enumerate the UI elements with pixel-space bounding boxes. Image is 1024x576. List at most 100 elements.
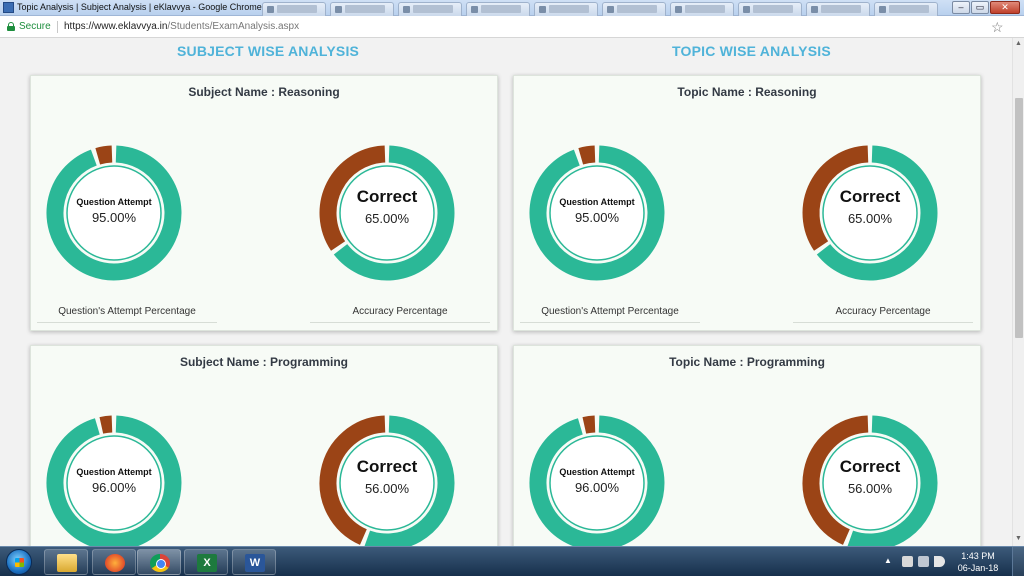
accuracy-donut-chart: Correct 56.00% xyxy=(795,408,945,546)
attempt-label: Question Attempt xyxy=(559,467,635,477)
browser-tab[interactable] xyxy=(262,2,326,16)
attempt-label: Question Attempt xyxy=(559,197,635,207)
attempt-caption: Question's Attempt Percentage xyxy=(541,306,679,317)
card-title: Topic Name : Reasoning xyxy=(677,85,817,99)
clock-time: 1:43 PM xyxy=(961,551,995,561)
attempt-donut-chart: Question Attempt 95.00% xyxy=(39,138,189,288)
browser-tab[interactable] xyxy=(602,2,666,16)
attempt-remainder-arc xyxy=(582,415,596,434)
card-title: Subject Name : Programming xyxy=(179,355,349,369)
taskbar-word-button[interactable]: W xyxy=(232,549,276,575)
tray-expand-icon[interactable]: ▲ xyxy=(884,556,892,565)
analysis-card: Subject Name : Programming Question Atte… xyxy=(30,345,498,546)
correct-label: Correct xyxy=(356,457,418,476)
secure-label: Secure xyxy=(19,21,51,32)
browser-tab[interactable] xyxy=(466,2,530,16)
firefox-icon xyxy=(105,554,125,572)
attempt-percent: 95.00% xyxy=(574,210,620,225)
attempt-donut-svg xyxy=(529,415,665,546)
caption-underline xyxy=(310,322,490,323)
correct-label: Correct xyxy=(356,187,418,206)
url-path: /Students/ExamAnalysis.aspx xyxy=(167,21,300,32)
attempt-label: Question Attempt xyxy=(76,197,152,207)
taskbar-excel-button[interactable]: X xyxy=(184,549,228,575)
windows-logo-icon xyxy=(15,558,24,567)
volume-icon[interactable] xyxy=(934,556,945,567)
attempt-percent: 96.00% xyxy=(91,480,137,495)
attempt-donut-chart: Question Attempt 95.00% xyxy=(522,138,672,288)
attempt-percent: 96.00% xyxy=(574,480,620,495)
analysis-card: Topic Name : Programming Question Attemp… xyxy=(513,345,981,546)
power-icon[interactable] xyxy=(918,556,929,567)
analysis-card: Topic Name : Reasoning Question Attempt … xyxy=(513,75,981,331)
correct-percent: 65.00% xyxy=(364,211,410,226)
address-bar: Secure https://www.eklavvya.in/Students/… xyxy=(0,16,1024,38)
chrome-icon xyxy=(150,554,170,572)
caption-underline xyxy=(37,322,217,323)
accuracy-donut-svg xyxy=(802,415,938,546)
excel-icon: X xyxy=(197,554,217,572)
show-desktop-button[interactable] xyxy=(1012,547,1024,576)
attempt-remainder-arc xyxy=(578,145,596,165)
caption-underline xyxy=(793,322,973,323)
close-icon[interactable]: ✕ xyxy=(990,1,1020,14)
page-scrollbar[interactable]: ▲ ▼ xyxy=(1012,38,1024,546)
lock-icon xyxy=(7,22,15,31)
browser-tab[interactable] xyxy=(330,2,394,16)
action-center-flag-icon[interactable] xyxy=(902,556,913,567)
word-icon: W xyxy=(245,554,265,572)
scroll-thumb[interactable] xyxy=(1015,98,1023,338)
attempt-label: Question Attempt xyxy=(76,467,152,477)
system-clock[interactable]: 1:43 PM 06-Jan-18 xyxy=(952,550,1004,574)
browser-tab[interactable] xyxy=(670,2,734,16)
accuracy-donut-svg xyxy=(319,415,455,546)
attempt-donut-chart: Question Attempt 96.00% xyxy=(522,408,672,546)
windows-taskbar: X W ▲ 1:43 PM 06-Jan-18 xyxy=(0,546,1024,576)
browser-tab[interactable] xyxy=(398,2,462,16)
scroll-up-icon[interactable]: ▲ xyxy=(1015,40,1022,47)
taskbar-explorer-button[interactable] xyxy=(44,549,88,575)
card-title: Subject Name : Reasoning xyxy=(188,85,340,99)
folder-icon xyxy=(57,554,77,572)
taskbar-chrome-button[interactable] xyxy=(137,549,181,575)
url-field[interactable]: https://www.eklavvya.in/Students/ExamAna… xyxy=(64,21,299,32)
browser-tab[interactable] xyxy=(738,2,802,16)
accuracy-caption: Accuracy Percentage xyxy=(352,306,448,317)
topic-wise-heading: TOPIC WISE ANALYSIS xyxy=(672,43,831,59)
page-content: SUBJECT WISE ANALYSIS TOPIC WISE ANALYSI… xyxy=(0,38,1012,546)
bookmark-star-icon[interactable]: ☆ xyxy=(991,19,1004,36)
correct-label: Correct xyxy=(839,457,901,476)
correct-percent: 56.00% xyxy=(847,481,893,496)
window-title-bar: Topic Analysis | Subject Analysis | eKla… xyxy=(0,0,1024,16)
minimize-icon[interactable]: – xyxy=(952,1,970,14)
card-title: Topic Name : Programming xyxy=(669,355,825,369)
correct-percent: 56.00% xyxy=(364,481,410,496)
attempt-remainder-arc xyxy=(99,415,113,434)
window-title: Topic Analysis | Subject Analysis | eKla… xyxy=(17,2,262,12)
address-separator xyxy=(57,21,58,33)
attempt-donut-chart: Question Attempt 96.00% xyxy=(39,408,189,546)
browser-tab[interactable] xyxy=(874,2,938,16)
accuracy-donut-chart: Correct 56.00% xyxy=(312,408,462,546)
correct-label: Correct xyxy=(839,187,901,206)
subject-wise-heading: SUBJECT WISE ANALYSIS xyxy=(177,43,360,59)
browser-tabs xyxy=(262,2,942,16)
analysis-card: Subject Name : Reasoning Question Attemp… xyxy=(30,75,498,331)
browser-tab[interactable] xyxy=(806,2,870,16)
app-icon xyxy=(3,2,14,13)
accuracy-donut-chart: Correct 65.00% xyxy=(312,138,462,288)
accuracy-caption: Accuracy Percentage xyxy=(835,306,931,317)
attempt-remainder-arc xyxy=(95,145,113,165)
taskbar-firefox-button[interactable] xyxy=(92,549,136,575)
attempt-donut-svg xyxy=(46,415,182,546)
scroll-down-icon[interactable]: ▼ xyxy=(1015,535,1022,542)
start-button[interactable] xyxy=(6,549,32,575)
correct-percent: 65.00% xyxy=(847,211,893,226)
clock-date: 06-Jan-18 xyxy=(957,563,999,573)
maximize-icon[interactable]: ▭ xyxy=(971,1,989,14)
browser-tab[interactable] xyxy=(534,2,598,16)
caption-underline xyxy=(520,322,700,323)
attempt-caption: Question's Attempt Percentage xyxy=(58,306,196,317)
url-host: https://www.eklavvya.in xyxy=(64,21,168,32)
attempt-percent: 95.00% xyxy=(91,210,137,225)
